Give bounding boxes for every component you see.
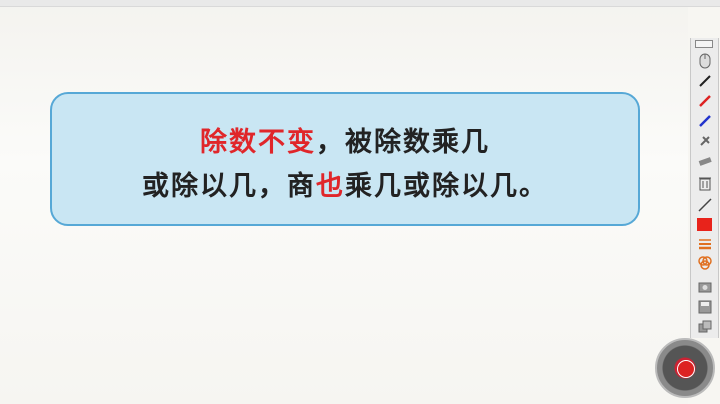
color-red-icon[interactable] <box>695 216 714 233</box>
line-style-icon[interactable] <box>695 235 714 252</box>
shapes-icon[interactable] <box>695 254 714 271</box>
rule-line-1: 除数不变，被除数乘几 <box>52 120 638 159</box>
highlight-also: 也 <box>316 171 345 202</box>
minimize-icon[interactable] <box>695 40 713 48</box>
pin-icon[interactable] <box>695 132 714 149</box>
pen-blue-icon[interactable] <box>695 112 714 129</box>
pen-black-icon[interactable] <box>695 72 714 89</box>
mouse-icon[interactable] <box>695 52 714 69</box>
rule-box: 除数不变，被除数乘几 或除以几，商也乘几或除以几。 <box>50 92 640 226</box>
line2-text-b: 乘几或除以几。 <box>345 171 548 202</box>
highlight-divisor-unchanged: 除数不变 <box>200 127 316 158</box>
wheel-center-button[interactable] <box>677 360 695 378</box>
settings-icon[interactable] <box>695 318 714 335</box>
tool-wheel-icon[interactable] <box>655 338 715 398</box>
eraser-icon[interactable] <box>695 152 714 169</box>
save-icon[interactable] <box>695 298 714 315</box>
line-icon[interactable] <box>695 196 714 213</box>
rule-line-2: 或除以几，商也乘几或除以几。 <box>52 164 638 203</box>
line2-text-a: 或除以几，商 <box>142 171 316 202</box>
trash-icon[interactable] <box>695 174 714 191</box>
annotation-toolbar <box>690 38 719 338</box>
screenshot-icon[interactable] <box>695 278 714 295</box>
pen-red-icon[interactable] <box>695 92 714 109</box>
line1-text: ，被除数乘几 <box>316 127 490 158</box>
top-bar <box>0 0 720 7</box>
